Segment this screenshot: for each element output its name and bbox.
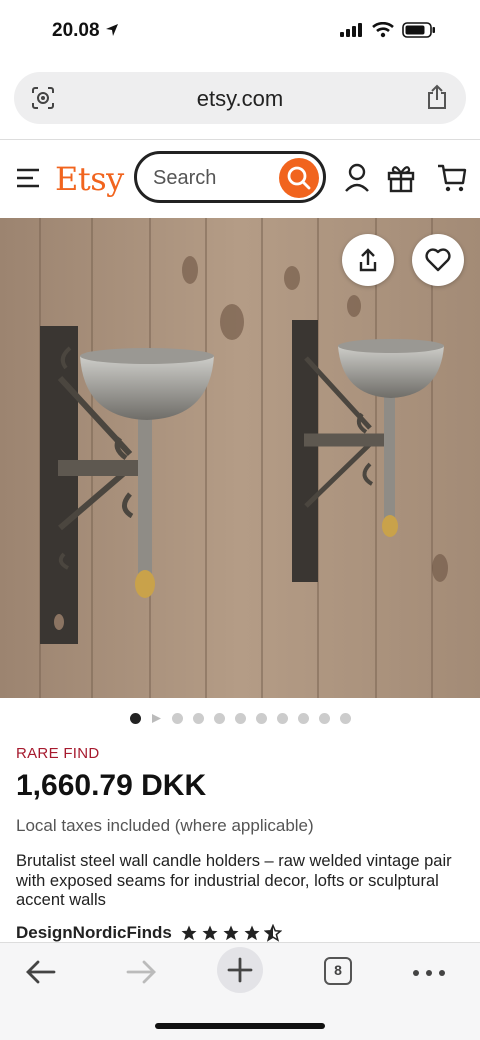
wifi-icon [372, 22, 394, 38]
url-text: etsy.com [196, 86, 284, 111]
gallery-dot[interactable] [130, 713, 141, 724]
account-icon[interactable] [343, 163, 371, 193]
shop-name[interactable]: DesignNordicFinds [16, 923, 172, 943]
rating-stars [180, 924, 282, 942]
gift-icon[interactable] [386, 163, 416, 193]
star-icon [202, 925, 218, 941]
heart-icon [425, 248, 451, 272]
star-icon [181, 925, 197, 941]
gallery-pagination[interactable] [130, 713, 351, 724]
address-bar[interactable]: etsy.com [14, 72, 466, 124]
location-arrow-icon [105, 24, 118, 36]
gallery-dot[interactable] [277, 713, 288, 724]
price: 1,660.79 DKK [16, 769, 207, 802]
tax-note: Local taxes included (where applicable) [16, 816, 314, 835]
cart-icon[interactable] [437, 163, 467, 193]
search-icon [287, 166, 311, 190]
star-icon [263, 924, 282, 942]
more-icon[interactable] [412, 969, 446, 977]
back-icon[interactable] [24, 957, 58, 987]
gallery-dot[interactable] [235, 713, 246, 724]
signal-icon [340, 23, 362, 37]
plus-icon [227, 957, 253, 983]
product-photo [0, 218, 480, 698]
product-image[interactable] [0, 218, 480, 698]
home-indicator [155, 1023, 325, 1029]
etsy-logo[interactable]: Etsy [55, 160, 124, 198]
gallery-dot[interactable] [193, 713, 204, 724]
gallery-dot[interactable] [340, 713, 351, 724]
site-header: Etsy Search [0, 140, 480, 218]
video-indicator-icon[interactable] [151, 713, 162, 724]
gallery-dot[interactable] [256, 713, 267, 724]
share-button[interactable] [342, 234, 394, 286]
star-icon [223, 925, 239, 941]
share-icon[interactable] [426, 84, 448, 110]
favorite-button[interactable] [412, 234, 464, 286]
gallery-dot[interactable] [298, 713, 309, 724]
gallery-dot[interactable] [172, 713, 183, 724]
listing-title: Brutalist steel wall candle holders – ra… [16, 852, 452, 909]
search-input[interactable]: Search [134, 151, 326, 203]
star-icon [244, 925, 260, 941]
forward-icon[interactable] [124, 957, 158, 987]
battery-icon [402, 22, 435, 38]
tabs-button[interactable]: 8 [324, 957, 352, 985]
gallery-dot[interactable] [319, 713, 330, 724]
new-tab-button[interactable] [217, 947, 263, 993]
status-bar: 20.08 [0, 0, 480, 62]
gallery-dot[interactable] [214, 713, 225, 724]
rare-find-badge: RARE FIND [16, 745, 100, 762]
status-time: 20.08 [52, 20, 119, 42]
shop-row[interactable]: DesignNordicFinds [16, 923, 282, 943]
search-placeholder: Search [153, 167, 217, 189]
menu-icon[interactable] [16, 168, 40, 188]
search-button[interactable] [279, 158, 319, 198]
share-icon [359, 248, 377, 272]
